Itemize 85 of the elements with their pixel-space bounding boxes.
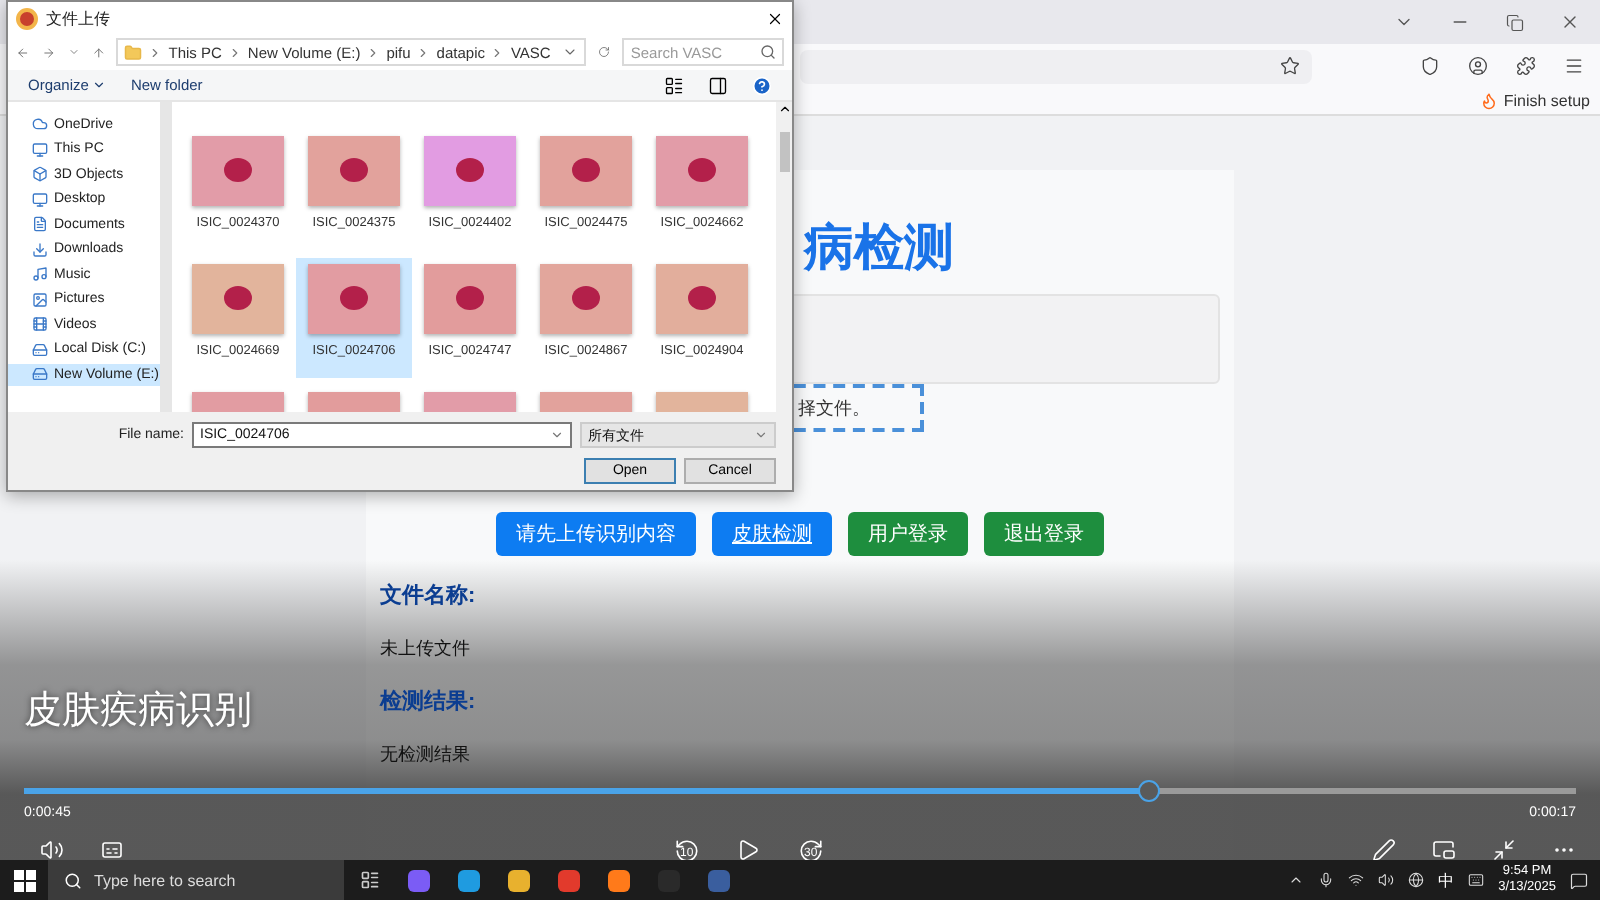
photo-placeholder: [424, 136, 516, 206]
back-icon[interactable]: [16, 43, 30, 61]
volume-button[interactable]: [40, 838, 64, 860]
chevron-right-icon: [366, 45, 381, 59]
scrollbar-thumb[interactable]: [779, 132, 789, 172]
photo-placeholder: [540, 136, 632, 206]
preview-pane-icon[interactable]: [708, 75, 728, 95]
menu-icon[interactable]: [1564, 56, 1584, 76]
account-icon[interactable]: [1468, 56, 1488, 76]
section-label: 检测结果:: [380, 687, 476, 716]
refresh-icon[interactable]: [598, 44, 611, 60]
captions-icon: [100, 838, 124, 860]
chevron-down-icon: [754, 428, 768, 442]
download-icon: [32, 241, 48, 258]
chevron-up-icon[interactable]: [1288, 872, 1305, 888]
music-icon: [32, 266, 48, 283]
photo-placeholder: [656, 136, 748, 206]
exit-fullscreen-button[interactable]: [1492, 838, 1516, 860]
scrollbar[interactable]: [776, 102, 792, 412]
section-value: 未上传文件: [380, 636, 470, 662]
action-button[interactable]: 退出登录: [984, 512, 1104, 556]
search-icon: [64, 871, 82, 889]
help-icon[interactable]: [752, 75, 772, 95]
photo-placeholder: [656, 264, 748, 334]
photo-placeholder: [192, 136, 284, 206]
volume-icon[interactable]: [1378, 872, 1395, 888]
close-icon[interactable]: [766, 9, 784, 27]
shrink-icon: [1492, 838, 1516, 860]
microphone-icon[interactable]: [1318, 872, 1335, 888]
app-icon: [16, 7, 38, 29]
close-icon[interactable]: [1560, 12, 1580, 32]
photo-placeholder: [192, 264, 284, 334]
task-view-icon: [359, 870, 379, 890]
globe-icon[interactable]: [1408, 872, 1425, 888]
notification-icon[interactable]: [1570, 871, 1588, 889]
mini-player-button[interactable]: [1432, 838, 1456, 860]
view-icon[interactable]: [664, 75, 684, 95]
desktop-icon: [32, 191, 48, 208]
captions-button[interactable]: [100, 838, 124, 860]
network-icon[interactable]: [1348, 872, 1365, 888]
search-icon: [760, 44, 777, 60]
mini-player-icon: [1432, 838, 1456, 860]
chevron-down-icon[interactable]: [550, 428, 564, 442]
page-heading: 病检测: [804, 218, 956, 278]
forward-icon[interactable]: [41, 43, 55, 61]
chevron-right-icon: [227, 45, 242, 59]
drive-icon: [32, 366, 48, 383]
keyboard-icon[interactable]: [1468, 872, 1485, 888]
chevron-right-icon: [148, 45, 163, 59]
input-method[interactable]: 中: [1438, 869, 1455, 891]
pen-icon: [1372, 838, 1396, 860]
chevron-right-icon: [490, 45, 505, 59]
drop-hint: 择文件。: [798, 395, 870, 421]
computer-icon: [32, 141, 48, 158]
cloud-icon: [32, 116, 48, 133]
finish-setup-link[interactable]: Finish setup: [1503, 92, 1590, 110]
action-button[interactable]: 请先上传识别内容: [496, 512, 696, 556]
section-label: 文件名称:: [380, 581, 476, 610]
puzzle-icon[interactable]: [1516, 56, 1536, 76]
photo-placeholder: [540, 264, 632, 334]
drive-icon: [32, 341, 48, 358]
film-icon: [32, 316, 48, 333]
chevron-right-icon: [416, 45, 431, 59]
pen-button[interactable]: [1372, 838, 1396, 860]
dialog-title: 文件上传: [46, 7, 112, 29]
photo-placeholder: [308, 136, 400, 206]
photo-placeholder: [424, 264, 516, 334]
action-button[interactable]: 用户登录: [848, 512, 968, 556]
restore-icon[interactable]: [1506, 13, 1524, 31]
photo-placeholder: [308, 264, 400, 334]
caret-icon: [92, 78, 107, 92]
action-button[interactable]: 皮肤检测: [712, 512, 832, 556]
cube-icon: [32, 166, 48, 183]
volume-icon: [40, 838, 64, 860]
taskbar-search[interactable]: Type here to search: [48, 860, 344, 900]
star-icon[interactable]: [1280, 56, 1300, 76]
up-icon[interactable]: [91, 43, 105, 61]
app-icon: [708, 869, 730, 891]
document-icon: [32, 216, 48, 233]
picture-icon: [32, 291, 48, 308]
play-button[interactable]: [736, 838, 760, 860]
section-value: 无检测结果: [380, 742, 470, 768]
scroll-up-icon[interactable]: [777, 102, 791, 116]
chevron-down-icon[interactable]: [562, 44, 579, 60]
video-title: 皮肤疾病识别: [24, 688, 252, 736]
